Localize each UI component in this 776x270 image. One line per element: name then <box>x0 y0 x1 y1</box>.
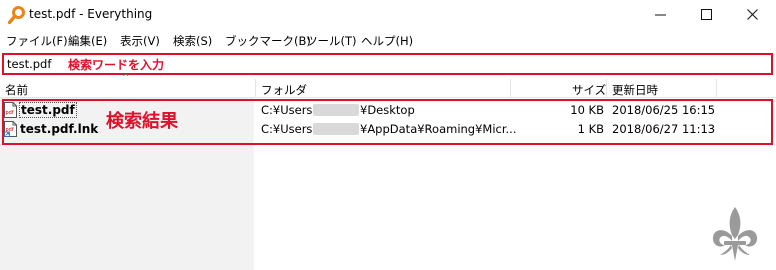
column-name[interactable]: 名前 <box>5 82 28 98</box>
menu-view[interactable]: 表示(V) <box>120 33 160 49</box>
column-header: 名前 フォルダ サイズ 更新日時 <box>0 79 776 98</box>
maximize-icon <box>701 9 712 20</box>
search-annotation: 検索ワードを入力 <box>68 58 165 72</box>
minimize-button[interactable] <box>638 0 684 30</box>
everything-window: test.pdf - Everything ファイル(F) 編集(E) 表示(V… <box>0 0 776 270</box>
fleur-de-lis-icon <box>712 207 758 261</box>
search-input[interactable]: test.pdf 検索ワードを入力 <box>2 53 773 75</box>
menu-file[interactable]: ファイル(F) <box>6 33 68 49</box>
search-value: test.pdf <box>7 57 52 71</box>
column-divider[interactable] <box>606 79 607 97</box>
magnifier-app-icon <box>7 6 25 25</box>
menu-edit[interactable]: 編集(E) <box>68 33 107 49</box>
maximize-button[interactable] <box>684 0 730 30</box>
close-icon <box>747 9 758 20</box>
menu-search[interactable]: 検索(S) <box>173 33 212 49</box>
column-folder[interactable]: フォルダ <box>261 82 307 98</box>
column-divider[interactable] <box>716 79 717 97</box>
window-title: test.pdf - Everything <box>29 7 153 21</box>
close-button[interactable] <box>730 0 776 30</box>
column-size[interactable]: サイズ <box>572 82 606 98</box>
minimize-icon <box>655 14 666 16</box>
title-bar: test.pdf - Everything <box>0 0 776 30</box>
column-divider[interactable] <box>510 79 511 97</box>
column-modified[interactable]: 更新日時 <box>612 82 658 98</box>
menu-tools[interactable]: ツール(T) <box>306 33 357 49</box>
menu-bookmark[interactable]: ブックマーク(B) <box>225 33 311 49</box>
menu-bar: ファイル(F) 編集(E) 表示(V) 検索(S) ブックマーク(B) ツール(… <box>0 30 776 52</box>
menu-help[interactable]: ヘルプ(H) <box>361 33 413 49</box>
column-divider[interactable] <box>255 79 256 97</box>
results-annotation: 検索結果 <box>106 111 178 132</box>
